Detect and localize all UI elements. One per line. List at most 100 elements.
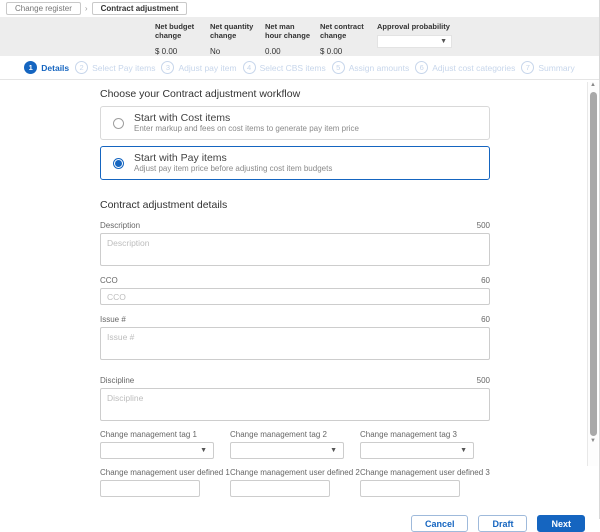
field-label: CCO [100, 276, 118, 285]
step-number: 3 [161, 61, 174, 74]
metric-label: Net quantity change [210, 22, 256, 41]
field-change-management-user-defined-2: Change management user defined 2 [230, 468, 360, 497]
step-number: 4 [243, 61, 256, 74]
metric-value: No [210, 47, 265, 56]
scroll-down-icon[interactable]: ▼ [590, 438, 596, 446]
field-description: Description 500 [100, 221, 490, 266]
step-number: 6 [415, 61, 428, 74]
field-label: Change management user defined 2 [230, 468, 360, 477]
breadcrumb-change-register[interactable]: Change register [6, 2, 81, 15]
char-counter: 60 [481, 276, 490, 285]
char-counter: 60 [481, 315, 490, 324]
field-cco: CCO 60 [100, 276, 490, 305]
step-adjust-pay-item[interactable]: 3 Adjust pay item [161, 61, 236, 74]
details-heading: Contract adjustment details [100, 199, 490, 211]
metric-label: Net contract change [320, 22, 366, 41]
approval-probability-field: Approval probability ▼ [377, 22, 452, 48]
field-change-management-user-defined-1: Change management user defined 1 [100, 468, 230, 497]
breadcrumb-separator-icon: › [85, 4, 88, 13]
breadcrumb-contract-adjustment[interactable]: Contract adjustment [92, 2, 188, 15]
scrollbar-thumb[interactable] [590, 92, 597, 436]
vertical-scrollbar[interactable]: ▲ ▼ [587, 82, 598, 466]
option-title: Start with Cost items [134, 112, 359, 124]
step-label: Adjust pay item [178, 63, 236, 73]
field-change-management-tag-2: Change management tag 2 ▼ [230, 430, 360, 459]
chevron-down-icon: ▼ [330, 447, 337, 454]
contract-adjustment-window: Change register › Contract adjustment Ne… [0, 0, 600, 519]
next-button[interactable]: Next [537, 515, 585, 532]
metric-value: 0.00 [265, 47, 320, 56]
step-assign-amounts[interactable]: 5 Assign amounts [332, 61, 409, 74]
chevron-down-icon: ▼ [440, 38, 447, 45]
char-counter: 500 [477, 376, 490, 385]
field-discipline: Discipline 500 [100, 376, 490, 421]
radio-unselected-icon[interactable] [113, 118, 124, 129]
field-change-management-tag-1: Change management tag 1 ▼ [100, 430, 230, 459]
metric-value: $ 0.00 [320, 47, 375, 56]
metric-net-quantity-change: Net quantity change No [210, 22, 265, 56]
step-number: 1 [24, 61, 37, 74]
metric-net-contract-change: Net contract change $ 0.00 [320, 22, 375, 56]
user-defined-fields-row: Change management user defined 1 Change … [100, 468, 490, 497]
step-number: 7 [521, 61, 534, 74]
field-change-management-user-defined-3: Change management user defined 3 [360, 468, 490, 497]
radio-selected-icon[interactable] [113, 158, 124, 169]
change-management-tag-3-select[interactable]: ▼ [360, 442, 474, 459]
option-start-with-pay-items[interactable]: Start with Pay items Adjust pay item pri… [100, 146, 490, 180]
scroll-up-icon[interactable]: ▲ [590, 82, 596, 90]
approval-probability-select[interactable]: ▼ [377, 35, 452, 48]
step-details[interactable]: 1 Details [24, 61, 69, 74]
metric-net-budget-change: Net budget change $ 0.00 [155, 22, 210, 56]
field-label: Change management tag 2 [230, 430, 360, 439]
description-textarea[interactable] [100, 233, 490, 266]
step-label: Summary [538, 63, 574, 73]
field-label: Change management tag 3 [360, 430, 490, 439]
cancel-button[interactable]: Cancel [411, 515, 469, 532]
chevron-down-icon: ▼ [200, 447, 207, 454]
option-start-with-cost-items[interactable]: Start with Cost items Enter markup and f… [100, 106, 490, 140]
change-management-user-defined-2-input[interactable] [230, 480, 330, 497]
field-label: Description [100, 221, 140, 230]
chevron-down-icon: ▼ [460, 447, 467, 454]
step-label: Select Pay items [92, 63, 155, 73]
change-management-user-defined-3-input[interactable] [360, 480, 460, 497]
step-select-pay-items[interactable]: 2 Select Pay items [75, 61, 155, 74]
field-label: Change management user defined 3 [360, 468, 490, 477]
char-counter: 500 [477, 221, 490, 230]
option-description: Enter markup and fees on cost items to g… [134, 124, 359, 134]
field-label: Change management tag 1 [100, 430, 230, 439]
step-adjust-cost-categories[interactable]: 6 Adjust cost categories [415, 61, 515, 74]
workflow-stepper: 1 Details 2 Select Pay items 3 Adjust pa… [0, 56, 599, 80]
form-content: Choose your Contract adjustment workflow… [0, 80, 500, 497]
issue-number-textarea[interactable] [100, 327, 490, 360]
option-description: Adjust pay item price before adjusting c… [134, 164, 332, 174]
footer-actions: Cancel Draft Next [0, 497, 599, 532]
tag-fields-row: Change management tag 1 ▼ Change managem… [100, 430, 490, 459]
change-management-user-defined-1-input[interactable] [100, 480, 200, 497]
step-label: Adjust cost categories [432, 63, 515, 73]
metric-label: Net budget change [155, 22, 201, 41]
step-label: Select CBS items [260, 63, 326, 73]
step-select-cbs-items[interactable]: 4 Select CBS items [243, 61, 326, 74]
step-label: Assign amounts [349, 63, 409, 73]
metric-net-man-hour-change: Net man hour change 0.00 [265, 22, 320, 56]
step-label: Details [41, 63, 69, 73]
approval-probability-label: Approval probability [377, 22, 452, 31]
metric-value: $ 0.00 [155, 47, 210, 56]
field-label: Change management user defined 1 [100, 468, 230, 477]
summary-bar: Net budget change $ 0.00 Net quantity ch… [0, 17, 599, 56]
step-number: 2 [75, 61, 88, 74]
metric-label: Net man hour change [265, 22, 311, 41]
change-management-tag-2-select[interactable]: ▼ [230, 442, 344, 459]
field-label: Discipline [100, 376, 134, 385]
breadcrumb: Change register › Contract adjustment [0, 0, 599, 17]
workflow-heading: Choose your Contract adjustment workflow [100, 88, 490, 100]
option-title: Start with Pay items [134, 152, 332, 164]
change-management-tag-1-select[interactable]: ▼ [100, 442, 214, 459]
step-summary[interactable]: 7 Summary [521, 61, 574, 74]
discipline-textarea[interactable] [100, 388, 490, 421]
draft-button[interactable]: Draft [478, 515, 527, 532]
cco-input[interactable] [100, 288, 490, 305]
field-change-management-tag-3: Change management tag 3 ▼ [360, 430, 490, 459]
step-number: 5 [332, 61, 345, 74]
